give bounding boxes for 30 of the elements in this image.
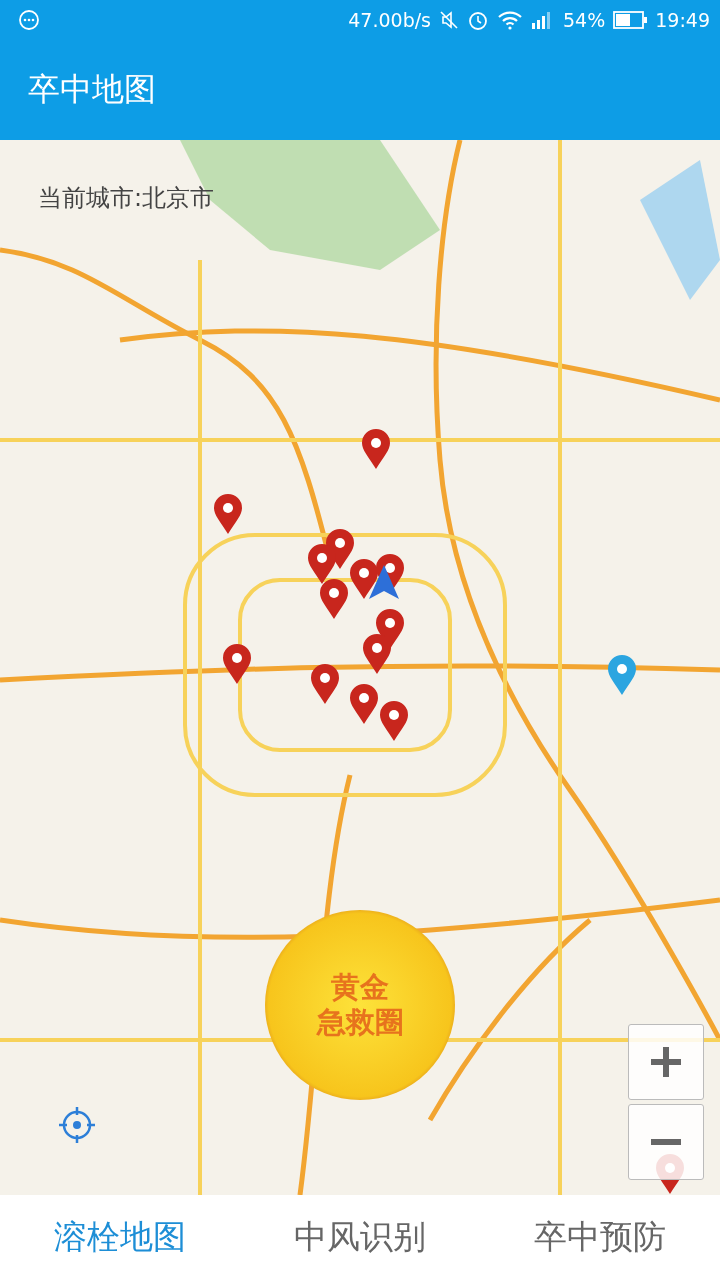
muted-speaker-icon (439, 10, 459, 30)
clock-time: 19:49 (655, 9, 710, 31)
plus-icon (649, 1045, 683, 1079)
network-speed: 47.00b/s (348, 9, 431, 31)
battery-icon (613, 11, 648, 29)
map-pin-icon[interactable] (212, 493, 244, 535)
map-pin-icon[interactable] (348, 683, 380, 725)
chat-bubble-icon (18, 9, 40, 31)
minus-icon (649, 1138, 683, 1146)
battery-percent: 54% (563, 9, 606, 31)
zoom-out-button[interactable] (628, 1104, 704, 1180)
map-pin-icon[interactable] (361, 633, 393, 675)
map-pin-icon[interactable] (360, 428, 392, 470)
alarm-clock-icon (467, 9, 489, 31)
tab[interactable]: 中风识别 (288, 1211, 432, 1264)
navigation-arrow-icon (368, 564, 400, 600)
map-pin-icon[interactable] (306, 543, 338, 585)
locate-crosshair-icon[interactable] (57, 1105, 97, 1145)
map-pin-icon[interactable] (348, 558, 380, 600)
map-pin-icon[interactable] (378, 700, 410, 742)
app-title: 卒中地图 (28, 69, 156, 110)
map-pin-icon[interactable] (606, 654, 638, 696)
map-pin-icon[interactable] (309, 663, 341, 705)
tab[interactable]: 溶栓地图 (48, 1211, 192, 1264)
wifi-icon (497, 10, 523, 30)
zoom-in-button[interactable] (628, 1024, 704, 1100)
map-pin-icon[interactable] (318, 578, 350, 620)
current-city-label: 当前城市:北京市 (38, 183, 215, 214)
tab[interactable]: 卒中预防 (528, 1211, 672, 1264)
map-pin-icon[interactable] (221, 643, 253, 685)
